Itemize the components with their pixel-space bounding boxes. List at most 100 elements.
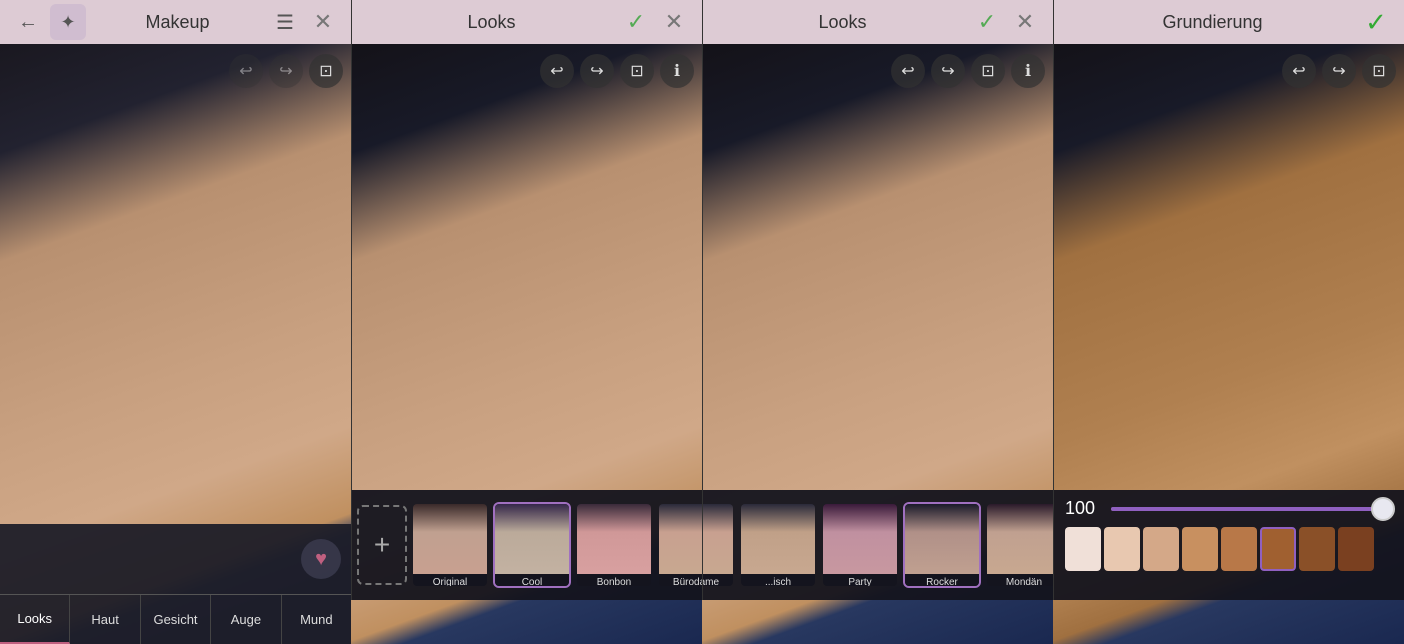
thumb-face-cool: [495, 504, 569, 574]
divider-1: [351, 0, 352, 600]
undo-icon-panel1[interactable]: ↩: [229, 54, 263, 88]
thumb-label-original: Original: [413, 574, 487, 588]
crop-icon-panel2[interactable]: ⊡: [620, 54, 654, 88]
crop-icon-panel4[interactable]: ⊡: [1362, 54, 1396, 88]
thumb-face-rocker: [905, 504, 979, 574]
thumb-label-burodame: Bürodame: [659, 574, 733, 588]
thumb-face-burodame: [659, 504, 733, 574]
tab-auge[interactable]: Auge: [211, 595, 281, 644]
list-button[interactable]: ☰: [269, 6, 301, 38]
close-icon-panel3: ✕: [1016, 9, 1034, 35]
info-icon-p2: ℹ: [674, 61, 680, 81]
swatch-1[interactable]: [1104, 527, 1140, 571]
swatch-3[interactable]: [1182, 527, 1218, 571]
confirm-button-panel4[interactable]: ✓: [1360, 6, 1392, 38]
swatch-0[interactable]: [1065, 527, 1101, 571]
redo-icon-panel1[interactable]: ↪: [269, 54, 303, 88]
redo-icon-p2: ↪: [590, 61, 603, 81]
panel3-header: Looks ✓ ✕: [702, 0, 1053, 44]
tab-haut[interactable]: Haut: [70, 595, 140, 644]
back-icon: ←: [18, 11, 38, 34]
thumb-face-mondan: [987, 504, 1053, 574]
undo-icon-p4: ↩: [1292, 61, 1305, 81]
info-icon-panel2[interactable]: ℹ: [660, 54, 694, 88]
look-thumb-burodame[interactable]: Bürodame: [657, 502, 735, 588]
panel1-header: ← ✦ Makeup ☰ ✕: [0, 0, 351, 44]
add-look-button[interactable]: +: [357, 505, 407, 585]
check-icon-panel4: ✓: [1365, 7, 1387, 38]
undo-icon-p2: ↩: [550, 61, 563, 81]
swatch-2[interactable]: [1143, 527, 1179, 571]
close-button-panel1[interactable]: ✕: [307, 6, 339, 38]
panel2-face-icons: ↩ ↪ ⊡ ℹ: [540, 54, 694, 88]
plus-icon: +: [374, 529, 390, 561]
undo-icon-panel2[interactable]: ↩: [540, 54, 574, 88]
redo-icon-p4: ↪: [1332, 61, 1345, 81]
magic-icon-button[interactable]: ✦: [50, 4, 86, 40]
divider-2: [702, 0, 703, 600]
confirm-button-panel2[interactable]: ✓: [620, 6, 652, 38]
panel2-title: Looks: [467, 12, 515, 33]
crop-icon-p2: ⊡: [630, 61, 643, 81]
redo-icon-panel4[interactable]: ↪: [1322, 54, 1356, 88]
redo-icon-panel2[interactable]: ↪: [580, 54, 614, 88]
slider-row: 100: [1065, 498, 1392, 519]
look-thumb-isch[interactable]: ...isch: [739, 502, 817, 588]
thumb-face-bonbon: [577, 504, 651, 574]
undo-icon: ↩: [239, 61, 252, 81]
look-thumb-mondan[interactable]: Mondän: [985, 502, 1053, 588]
look-thumb-party[interactable]: Party: [821, 502, 899, 588]
undo-icon-panel4[interactable]: ↩: [1282, 54, 1316, 88]
look-thumb-cool[interactable]: Cool: [493, 502, 571, 588]
close-icon-panel2: ✕: [665, 9, 683, 35]
magic-icon: ✦: [60, 12, 75, 33]
panel1-title: Makeup: [145, 12, 209, 33]
toolbar-tabs: Looks Haut Gesicht Auge Mund: [0, 594, 351, 644]
slider-value: 100: [1065, 498, 1101, 519]
heart-icon: ♥: [315, 548, 327, 571]
panel3-right-actions: ✓ ✕: [971, 6, 1041, 38]
crop-icon-panel3[interactable]: ⊡: [971, 54, 1005, 88]
thumb-face-party: [823, 504, 897, 574]
close-icon: ✕: [314, 9, 332, 35]
swatch-4[interactable]: [1221, 527, 1257, 571]
check-icon-panel3: ✓: [978, 9, 996, 35]
info-icon-panel3[interactable]: ℹ: [1011, 54, 1045, 88]
check-icon: ✓: [627, 9, 645, 35]
panel4-face-icons: ↩ ↪ ⊡: [1282, 54, 1396, 88]
redo-icon-panel3[interactable]: ↪: [931, 54, 965, 88]
panel3-face-icons: ↩ ↪ ⊡ ℹ: [891, 54, 1045, 88]
crop-icon-panel1[interactable]: ⊡: [309, 54, 343, 88]
look-thumb-rocker[interactable]: Rocker: [903, 502, 981, 588]
panel4-header: Grundierung ✓: [1053, 0, 1404, 44]
panel4-bottom: 100: [1053, 490, 1404, 600]
panel2-header: Looks ✓ ✕: [351, 0, 702, 44]
swatch-7[interactable]: [1338, 527, 1374, 571]
slider-track[interactable]: [1111, 507, 1392, 511]
panel1-face-icons: ↩ ↪ ⊡: [229, 54, 343, 88]
tab-looks[interactable]: Looks: [0, 595, 70, 644]
panel4-title: Grundierung: [1162, 12, 1262, 33]
thumb-label-mondan: Mondän: [987, 574, 1053, 588]
redo-icon-p3: ↪: [941, 61, 954, 81]
tab-gesicht[interactable]: Gesicht: [141, 595, 211, 644]
thumb-face-original: [413, 504, 487, 574]
back-button[interactable]: ←: [12, 6, 44, 38]
undo-icon-panel3[interactable]: ↩: [891, 54, 925, 88]
tab-mund[interactable]: Mund: [282, 595, 351, 644]
look-thumb-original[interactable]: Original: [411, 502, 489, 588]
close-button-panel3[interactable]: ✕: [1009, 6, 1041, 38]
swatch-6[interactable]: [1299, 527, 1335, 571]
thumb-label-bonbon: Bonbon: [577, 574, 651, 588]
panel1-right-actions: ☰ ✕: [269, 6, 339, 38]
favorite-button[interactable]: ♥: [301, 539, 341, 579]
confirm-button-panel3[interactable]: ✓: [971, 6, 1003, 38]
panel2-right-actions: ✓ ✕: [620, 6, 690, 38]
swatch-5[interactable]: [1260, 527, 1296, 571]
thumb-label-rocker: Rocker: [905, 574, 979, 588]
close-button-panel2[interactable]: ✕: [658, 6, 690, 38]
look-thumb-bonbon[interactable]: Bonbon: [575, 502, 653, 588]
crop-icon-p3: ⊡: [981, 61, 994, 81]
panel1-toolbar-top: ♥: [0, 524, 351, 594]
slider-thumb[interactable]: [1371, 497, 1395, 521]
